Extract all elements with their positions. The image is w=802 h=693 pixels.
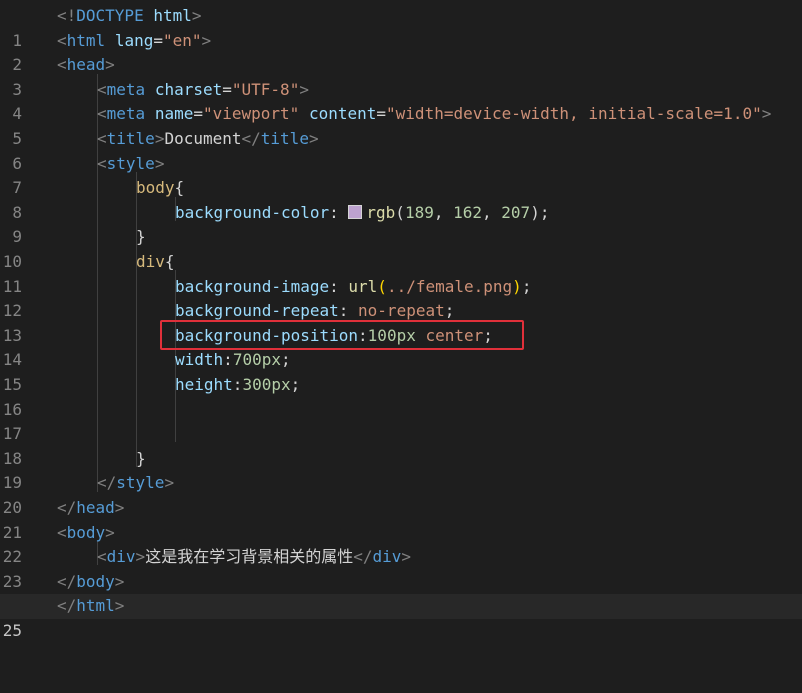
code-line[interactable]: 22 <body> bbox=[0, 521, 802, 567]
code-line[interactable]: 19 } bbox=[0, 447, 802, 493]
code-line[interactable]: 24 </body> bbox=[0, 570, 802, 616]
code-line[interactable]: 12 background-image: url(../female.png); bbox=[0, 275, 802, 321]
code-editor[interactable]: 1 <!DOCTYPE html> 2 <html lang="en"> 3 <… bbox=[0, 0, 802, 640]
code-line[interactable]: 4 <meta charset="UTF-8"> bbox=[0, 78, 802, 124]
code-text: background-image: url(../female.png); bbox=[175, 276, 532, 296]
code-text: <meta name="viewport" content="width=dev… bbox=[97, 104, 772, 124]
code-line[interactable]: 9 background-color: rgb(189, 162, 207); bbox=[0, 201, 802, 247]
code-line[interactable]: 18 bbox=[0, 422, 802, 468]
code-text: </head> bbox=[57, 498, 125, 517]
code-line[interactable]: 2 <html lang="en"> bbox=[0, 29, 802, 75]
code-line[interactable]: 11 div{ bbox=[0, 250, 802, 296]
code-line[interactable]: 3 <head> bbox=[0, 53, 802, 99]
color-swatch-icon[interactable] bbox=[348, 204, 363, 219]
code-line[interactable]: 21 </head> bbox=[0, 496, 802, 542]
code-line[interactable]: 10 } bbox=[0, 225, 802, 271]
code-text: </body> bbox=[57, 571, 125, 591]
code-line-current[interactable]: 25 </html> bbox=[0, 594, 802, 640]
highlight-annotation-box bbox=[160, 320, 524, 350]
code-text: } bbox=[136, 448, 146, 468]
code-line[interactable]: 8 body{ bbox=[0, 176, 802, 222]
code-text: } bbox=[136, 227, 146, 247]
code-line[interactable]: 23 <div>这是我在学习背景相关的属性</div> bbox=[0, 545, 802, 591]
code-line[interactable]: 5 <meta name="viewport" content="width=d… bbox=[0, 102, 802, 148]
code-text: height:300px; bbox=[175, 375, 301, 394]
code-text: <head> bbox=[57, 55, 115, 75]
code-line[interactable]: 20 </style> bbox=[0, 471, 802, 517]
code-text: </style> bbox=[97, 473, 175, 493]
code-text: <div>这是我在学习背景相关的属性</div> bbox=[97, 547, 412, 567]
line-number: 25 bbox=[2, 620, 22, 640]
code-text: <body> bbox=[57, 522, 115, 542]
code-text: width:700px; bbox=[175, 350, 291, 370]
code-text: <meta charset="UTF-8"> bbox=[97, 79, 309, 99]
code-text: <style> bbox=[97, 153, 165, 173]
code-line[interactable]: 17 bbox=[0, 398, 802, 443]
code-line[interactable]: 1 <!DOCTYPE html> bbox=[0, 4, 802, 50]
code-text: <!DOCTYPE html> bbox=[57, 6, 202, 25]
code-text: div{ bbox=[136, 252, 175, 271]
code-text: background-color: rgb(189, 162, 207); bbox=[175, 202, 550, 222]
code-text: </html> bbox=[57, 596, 125, 616]
code-line[interactable]: 6 <title>Document</title> bbox=[0, 127, 802, 173]
code-text: <title>Document</title> bbox=[97, 129, 319, 148]
code-text: <html lang="en"> bbox=[57, 30, 212, 50]
code-line[interactable]: 15 width:700px; bbox=[0, 348, 802, 394]
code-line[interactable]: 7 <style> bbox=[0, 152, 802, 198]
code-line[interactable]: 16 height:300px; bbox=[0, 373, 802, 419]
code-text: body{ bbox=[136, 178, 185, 198]
